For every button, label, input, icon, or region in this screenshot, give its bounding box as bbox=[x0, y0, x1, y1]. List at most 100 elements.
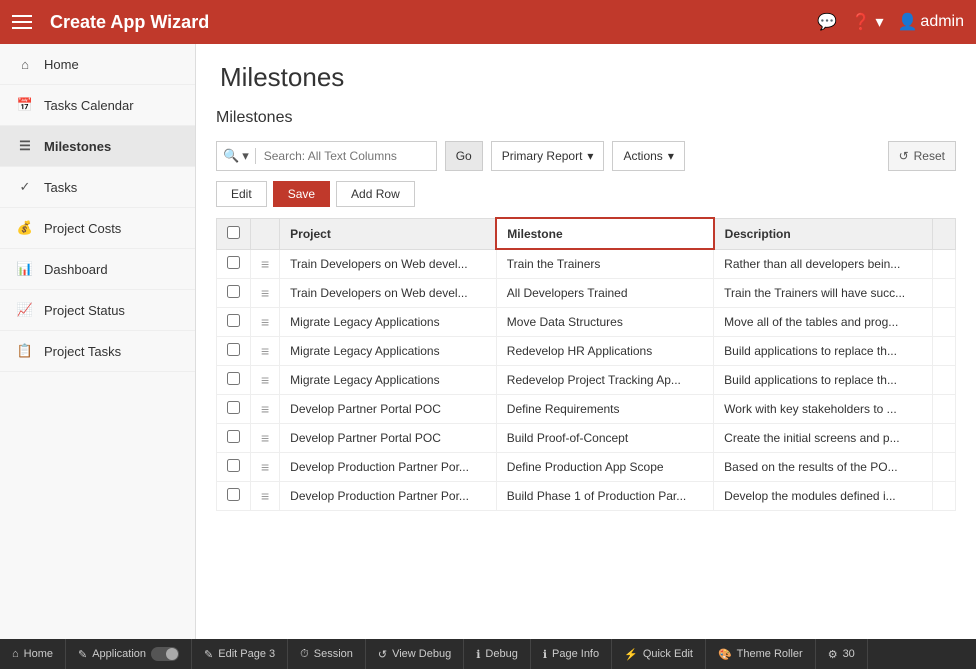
user-menu[interactable]: 👤 admin bbox=[898, 12, 965, 32]
bottom-home-icon: ⌂ bbox=[12, 648, 19, 660]
row-checkbox-cell bbox=[217, 307, 251, 336]
bottom-quick-edit[interactable]: ⚡ Quick Edit bbox=[612, 639, 706, 669]
sidebar-item-project-costs[interactable]: 💰 Project Costs bbox=[0, 208, 195, 249]
row-checkbox-cell bbox=[217, 481, 251, 510]
reset-button[interactable]: ↺ Reset bbox=[888, 141, 956, 171]
row-checkbox[interactable] bbox=[227, 459, 240, 472]
row-drag-cell: ≡ bbox=[251, 365, 280, 394]
drag-icon: ≡ bbox=[261, 488, 269, 504]
application-toggle[interactable] bbox=[151, 647, 179, 661]
sidebar-item-home[interactable]: ⌂ Home bbox=[0, 44, 195, 85]
drag-icon: ≡ bbox=[261, 314, 269, 330]
dashboard-icon: 📊 bbox=[16, 260, 34, 278]
row-project: Train Developers on Web devel... bbox=[280, 278, 497, 307]
sidebar-item-project-tasks[interactable]: 📋 Project Tasks bbox=[0, 331, 195, 372]
search-chevron: ▾ bbox=[242, 148, 249, 164]
drag-icon: ≡ bbox=[261, 285, 269, 301]
row-extra bbox=[933, 452, 956, 481]
bottom-session[interactable]: ⏱ Session bbox=[288, 639, 366, 669]
row-checkbox-cell bbox=[217, 365, 251, 394]
drag-icon: ≡ bbox=[261, 430, 269, 446]
hamburger-icon[interactable] bbox=[12, 8, 40, 36]
drag-icon: ≡ bbox=[261, 401, 269, 417]
section-title: Milestones bbox=[216, 105, 956, 127]
help-icon[interactable]: ❓ ▾ bbox=[851, 12, 883, 32]
bottom-settings[interactable]: ⚙ 30 bbox=[816, 639, 868, 669]
row-drag-cell: ≡ bbox=[251, 307, 280, 336]
row-drag-cell: ≡ bbox=[251, 423, 280, 452]
bottom-session-icon: ⏱ bbox=[300, 648, 309, 661]
app-title: Create App Wizard bbox=[50, 12, 817, 33]
row-checkbox[interactable] bbox=[227, 430, 240, 443]
save-button[interactable]: Save bbox=[273, 181, 330, 207]
row-checkbox[interactable] bbox=[227, 285, 240, 298]
edit-button[interactable]: Edit bbox=[216, 181, 267, 207]
milestones-icon: ☰ bbox=[16, 137, 34, 155]
row-description: Rather than all developers bein... bbox=[714, 249, 933, 278]
chat-icon[interactable]: 💬 bbox=[817, 12, 837, 32]
row-milestone: Move Data Structures bbox=[496, 307, 713, 336]
table-row: ≡ Migrate Legacy Applications Redevelop … bbox=[217, 336, 956, 365]
row-milestone: Build Proof-of-Concept bbox=[496, 423, 713, 452]
row-project: Develop Production Partner Por... bbox=[280, 481, 497, 510]
row-checkbox[interactable] bbox=[227, 256, 240, 269]
sidebar-item-dashboard[interactable]: 📊 Dashboard bbox=[0, 249, 195, 290]
primary-report-button[interactable]: Primary Report ▾ bbox=[491, 141, 605, 171]
bottom-theme-roller-icon: 🎨 bbox=[718, 648, 732, 661]
row-project: Migrate Legacy Applications bbox=[280, 336, 497, 365]
row-drag-cell: ≡ bbox=[251, 481, 280, 510]
sidebar-item-project-status[interactable]: 📈 Project Status bbox=[0, 290, 195, 331]
bottom-debug-icon: ℹ bbox=[476, 648, 480, 661]
row-checkbox[interactable] bbox=[227, 343, 240, 356]
bottom-theme-roller[interactable]: 🎨 Theme Roller bbox=[706, 639, 816, 669]
bottom-edit-page[interactable]: ✎ Edit Page 3 bbox=[192, 639, 288, 669]
row-description: Develop the modules defined i... bbox=[714, 481, 933, 510]
drag-icon: ≡ bbox=[261, 343, 269, 359]
row-checkbox-cell bbox=[217, 249, 251, 278]
table-row: ≡ Develop Production Partner Por... Buil… bbox=[217, 481, 956, 510]
row-extra bbox=[933, 278, 956, 307]
row-checkbox[interactable] bbox=[227, 401, 240, 414]
toolbar: 🔍 ▾ Go Primary Report ▾ Actions ▾ ↺ Rese… bbox=[216, 141, 956, 171]
row-project: Migrate Legacy Applications bbox=[280, 307, 497, 336]
row-milestone: Redevelop Project Tracking Ap... bbox=[496, 365, 713, 394]
row-project: Train Developers on Web devel... bbox=[280, 249, 497, 278]
bottom-debug[interactable]: ℹ Debug bbox=[464, 639, 531, 669]
row-checkbox[interactable] bbox=[227, 488, 240, 501]
status-icon: 📈 bbox=[16, 301, 34, 319]
row-checkbox[interactable] bbox=[227, 372, 240, 385]
main-layout: ⌂ Home 📅 Tasks Calendar ☰ Milestones ✓ T… bbox=[0, 44, 976, 639]
action-row: Edit Save Add Row bbox=[216, 181, 956, 207]
go-button[interactable]: Go bbox=[445, 141, 483, 171]
bottom-page-info[interactable]: ℹ Page Info bbox=[531, 639, 612, 669]
costs-icon: 💰 bbox=[16, 219, 34, 237]
sidebar-item-tasks-calendar[interactable]: 📅 Tasks Calendar bbox=[0, 85, 195, 126]
bottom-view-debug[interactable]: ↺ View Debug bbox=[366, 639, 464, 669]
row-checkbox-cell bbox=[217, 423, 251, 452]
row-milestone: All Developers Trained bbox=[496, 278, 713, 307]
bottom-application[interactable]: ✎ Application bbox=[66, 639, 192, 669]
search-dropdown-btn[interactable]: 🔍 ▾ bbox=[217, 148, 256, 164]
bottom-home[interactable]: ⌂ Home bbox=[0, 639, 66, 669]
table-row: ≡ Migrate Legacy Applications Move Data … bbox=[217, 307, 956, 336]
search-input[interactable] bbox=[256, 142, 436, 170]
actions-button[interactable]: Actions ▾ bbox=[612, 141, 684, 171]
row-description: Train the Trainers will have succ... bbox=[714, 278, 933, 307]
search-container: 🔍 ▾ bbox=[216, 141, 437, 171]
row-milestone: Define Requirements bbox=[496, 394, 713, 423]
select-all-checkbox[interactable] bbox=[227, 226, 240, 239]
table-row: ≡ Migrate Legacy Applications Redevelop … bbox=[217, 365, 956, 394]
bottom-quick-edit-icon: ⚡ bbox=[624, 648, 638, 661]
row-drag-cell: ≡ bbox=[251, 249, 280, 278]
sidebar-item-milestones[interactable]: ☰ Milestones bbox=[0, 126, 195, 167]
row-project: Develop Partner Portal POC bbox=[280, 394, 497, 423]
project-tasks-icon: 📋 bbox=[16, 342, 34, 360]
row-checkbox[interactable] bbox=[227, 314, 240, 327]
add-row-button[interactable]: Add Row bbox=[336, 181, 415, 207]
row-extra bbox=[933, 336, 956, 365]
row-drag-cell: ≡ bbox=[251, 452, 280, 481]
top-header: Create App Wizard 💬 ❓ ▾ 👤 admin bbox=[0, 0, 976, 44]
row-extra bbox=[933, 307, 956, 336]
sidebar-item-tasks[interactable]: ✓ Tasks bbox=[0, 167, 195, 208]
drag-icon: ≡ bbox=[261, 372, 269, 388]
